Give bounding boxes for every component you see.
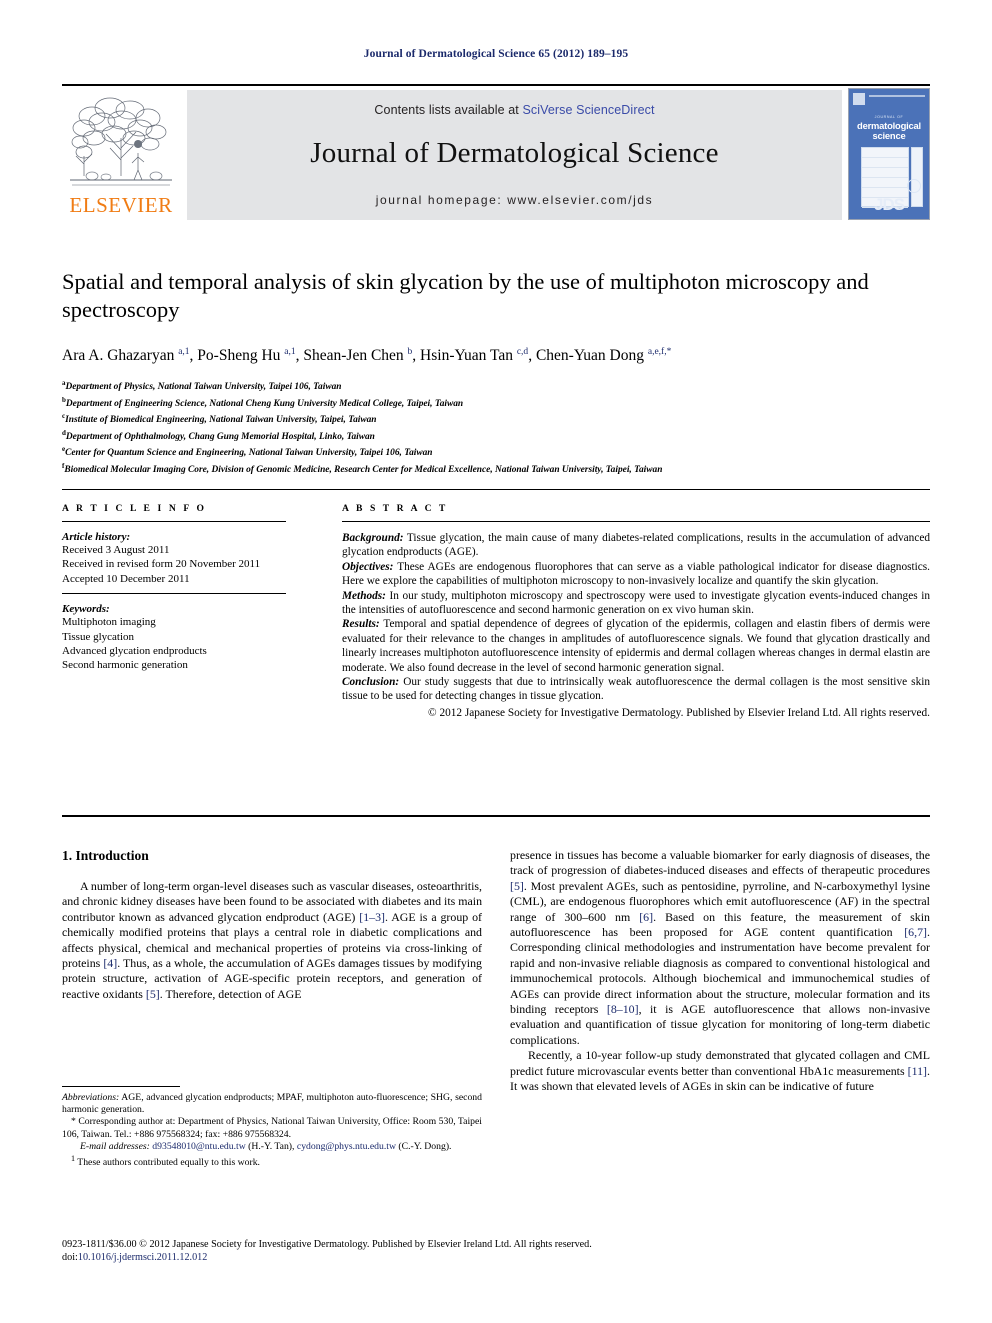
author-list: Ara A. Ghazaryan a,1, Po-Sheng Hu a,1, S… [62, 347, 672, 365]
abstract-section-label: Methods: [342, 589, 386, 602]
abstract-section: Background: Tissue glycation, the main c… [342, 531, 930, 560]
footnote-equal-contribution: 1 These authors contributed equally to t… [62, 1153, 482, 1169]
doi-prefix: doi: [62, 1252, 78, 1263]
affiliation-text: Center for Quantum Science and Engineeri… [65, 448, 433, 459]
abstract-section: Methods: In our study, multiphoton micro… [342, 589, 930, 618]
cover-society-seal-icon [907, 179, 921, 193]
footnote-emails: E-mail addresses: d93548010@ntu.edu.tw (… [62, 1141, 482, 1153]
email-link-tan[interactable]: d93548010@ntu.edu.tw [152, 1141, 245, 1152]
abbreviations-text: AGE, advanced glycation endproducts; MPA… [62, 1092, 482, 1116]
masthead-top-rule [62, 84, 930, 86]
email-link-dong[interactable]: cydong@phys.ntu.edu.tw [297, 1141, 396, 1152]
footnote-abbreviations: Abbreviations: AGE, advanced glycation e… [62, 1092, 482, 1116]
affiliation-text: Department of Physics, National Taiwan U… [65, 382, 342, 393]
cover-header-rule [869, 95, 925, 97]
keywords-rule [62, 593, 286, 595]
issn-copyright-line: 0923-1811/$36.00 © 2012 Japanese Society… [62, 1239, 592, 1250]
body-column-right: presence in tissues has become a valuabl… [510, 848, 930, 1095]
affiliation-item: eCenter for Quantum Science and Engineer… [62, 443, 930, 460]
keyword-item: Second harmonic generation [62, 659, 188, 672]
keyword-item: Tissue glycation [62, 630, 135, 643]
bottom-copyright-block: 0923-1811/$36.00 © 2012 Japanese Society… [62, 1238, 930, 1264]
abstract-column: A B S T R A C T Background: Tissue glyca… [342, 503, 930, 732]
email-owner-tan: (H.-Y. Tan), [245, 1140, 297, 1152]
cover-kicker: JOURNAL OF [874, 115, 904, 119]
affiliation-text: Department of Engineering Science, Natio… [65, 398, 464, 409]
abstract-copyright: © 2012 Japanese Society for Investigativ… [428, 706, 930, 719]
abstract-section: Conclusion: Our study suggests that due … [342, 675, 930, 704]
contents-lists-line: Contents lists available at SciVerse Sci… [187, 90, 842, 117]
paper-page: Journal of Dermatological Science 65 (20… [0, 0, 992, 1323]
abstract-section-text: Temporal and spatial dependence of degre… [342, 618, 930, 674]
abstract-section-text: Our study suggests that due to intrinsic… [342, 676, 930, 703]
cover-publisher-mark [853, 93, 865, 105]
info-abstract-bottom-rule [62, 815, 930, 817]
affiliation-item: bDepartment of Engineering Science, Nati… [62, 394, 930, 411]
running-head: Journal of Dermatological Science 65 (20… [363, 48, 629, 60]
footnote-block: Abbreviations: AGE, advanced glycation e… [62, 1086, 482, 1169]
journal-cover-thumbnail[interactable]: JOURNAL OF dermatological science JDS [848, 88, 930, 220]
body-paragraph: A number of long-term organ-level diseas… [62, 879, 483, 1001]
affiliation-text: Institute of Biomedical Engineering, Nat… [65, 415, 377, 426]
article-info-column: A R T I C L E I N F O Article history: R… [62, 503, 286, 673]
article-history-item: Accepted 10 December 2011 [62, 572, 190, 585]
abstract-section-text: These AGEs are endogenous fluorophores t… [342, 560, 930, 588]
email-owner-dong: (C.-Y. Dong). [395, 1140, 452, 1152]
info-abstract-top-rule [62, 489, 930, 490]
abstract-rule [342, 521, 930, 522]
abstract-section: Objectives: These AGEs are endogenous fl… [342, 560, 930, 589]
keywords-label: Keywords: [62, 603, 110, 616]
affiliation-list: aDepartment of Physics, National Taiwan … [62, 377, 930, 476]
abstract-section-text: In our study, multiphoton microscopy and… [342, 589, 930, 617]
title-block: Spatial and temporal analysis of skin gl… [62, 268, 930, 476]
affiliation-item: cInstitute of Biomedical Engineering, Na… [62, 410, 930, 427]
abstract-section: Results: Temporal and spatial dependence… [342, 617, 930, 675]
corresponding-text: Corresponding author at: Department of P… [62, 1116, 482, 1140]
abstract-section-label: Objectives: [342, 560, 394, 573]
article-info-rule [62, 521, 286, 522]
footnote-rule [62, 1086, 180, 1087]
cover-title-line2: science [872, 130, 906, 141]
elsevier-tree-icon [70, 97, 172, 186]
cover-title: dermatological science [849, 121, 929, 141]
abstract-section-label: Conclusion: [342, 676, 400, 689]
masthead-center-band: Contents lists available at SciVerse Sci… [187, 90, 842, 220]
affiliation-text: Department of Ophthalmology, Chang Gung … [65, 431, 375, 442]
contents-prefix: Contents lists available at [374, 103, 523, 117]
abstract-heading: A B S T R A C T [342, 503, 448, 514]
abstract-section-text: Tissue glycation, the main cause of many… [342, 532, 930, 559]
abstract-section-label: Background: [342, 532, 404, 544]
doi-link[interactable]: 10.1016/j.jdermsci.2011.12.012 [78, 1252, 208, 1263]
affiliation-item: fBiomedical Molecular Imaging Core, Divi… [62, 460, 930, 477]
affiliation-item: dDepartment of Ophthalmology, Chang Gung… [62, 427, 930, 444]
cover-jds-mark: JDS [873, 195, 905, 214]
article-info-heading: A R T I C L E I N F O [62, 503, 207, 514]
page-title: Spatial and temporal analysis of skin gl… [62, 269, 869, 322]
doi-line: doi:10.1016/j.jdermsci.2011.12.012 [62, 1251, 930, 1264]
sciencedirect-link[interactable]: SciVerse ScienceDirect [522, 103, 654, 117]
body-paragraph: presence in tissues has become a valuabl… [510, 848, 930, 1047]
body-paragraph: Recently, a 10-year follow-up study demo… [510, 1048, 930, 1094]
affiliation-item: aDepartment of Physics, National Taiwan … [62, 377, 930, 394]
journal-homepage-link[interactable]: journal homepage: www.elsevier.com/jds [187, 193, 842, 207]
elsevier-logo[interactable]: ELSEVIER [62, 90, 180, 220]
abbreviations-label: Abbreviations: [62, 1092, 120, 1103]
section-heading-introduction: 1. Introduction [62, 848, 149, 863]
email-label: E-mail addresses: [80, 1140, 150, 1152]
article-history-item: Received 3 August 2011 [62, 544, 170, 556]
elsevier-wordmark: ELSEVIER [69, 193, 173, 217]
abstract-section-label: Results: [342, 618, 380, 631]
article-history-label: Article history: [62, 531, 131, 543]
journal-title: Journal of Dermatological Science [310, 137, 719, 169]
keyword-item: Multiphoton imaging [62, 616, 156, 629]
equal-contribution-text: These authors contributed equally to thi… [75, 1157, 260, 1169]
footnote-corresponding-author: * Corresponding author at: Department of… [62, 1116, 482, 1140]
body-column-left: 1. Introduction A number of long-term or… [62, 848, 482, 1002]
article-history-item: Received in revised form 20 November 201… [62, 558, 261, 571]
journal-masthead: ELSEVIER Contents lists available at Sci… [62, 84, 930, 220]
keyword-item: Advanced glycation endproducts [62, 645, 207, 658]
body-columns: 1. Introduction A number of long-term or… [62, 848, 930, 1248]
affiliation-text: Biomedical Molecular Imaging Core, Divis… [64, 464, 663, 475]
